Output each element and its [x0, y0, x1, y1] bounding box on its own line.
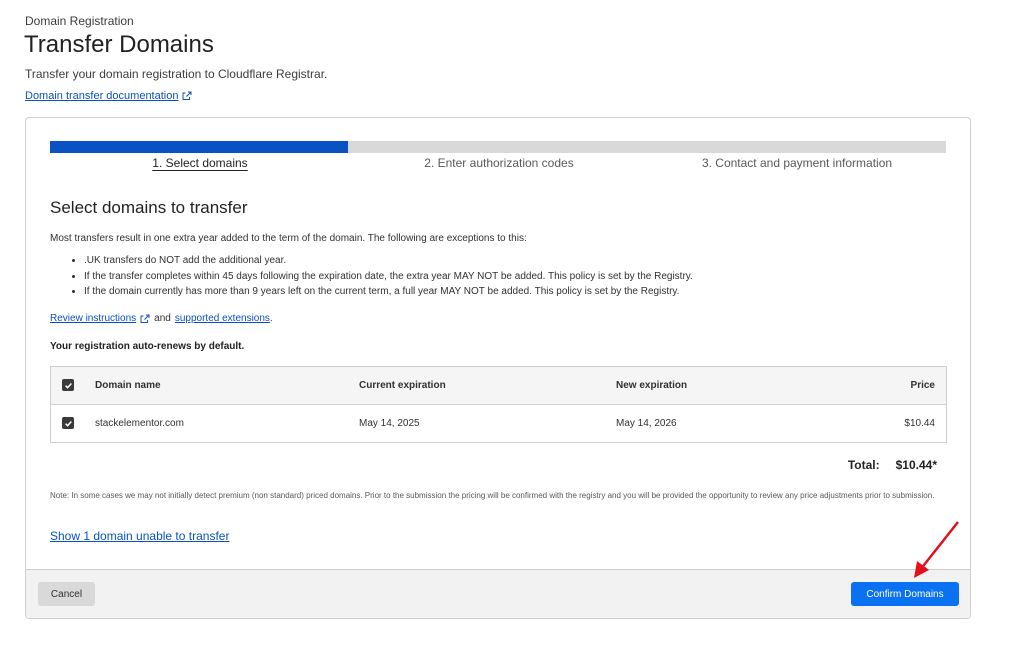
- supported-extensions-link[interactable]: supported extensions: [175, 313, 270, 324]
- show-unable-link[interactable]: Show 1 domain unable to transfer: [50, 529, 229, 543]
- domains-table: Domain name Current expiration New expir…: [50, 366, 947, 443]
- progress-fill: [50, 141, 349, 153]
- new-expiration-cell: May 14, 2026: [616, 418, 677, 429]
- review-instructions-link[interactable]: Review instructions: [50, 313, 136, 324]
- table-row: stackelementor.com May 14, 2025 May 14, …: [51, 405, 946, 442]
- checkmark-icon: [64, 420, 72, 427]
- pricing-note: Note: In some cases we may not initially…: [50, 491, 935, 500]
- period-text: .: [269, 313, 273, 324]
- column-domain-name: Domain name: [95, 380, 161, 391]
- current-expiration-cell: May 14, 2025: [359, 418, 420, 429]
- checkmark-icon: [64, 382, 72, 389]
- step-contact-payment: 3. Contact and payment information: [701, 156, 893, 170]
- card-footer: Cancel Confirm Domains: [26, 569, 970, 618]
- select-all-checkbox[interactable]: [62, 379, 74, 391]
- page-subtitle: Transfer your domain registration to Clo…: [25, 67, 328, 81]
- list-item: .UK transfers do NOT add the additional …: [84, 253, 693, 269]
- external-link-icon: [140, 314, 150, 324]
- transfer-card: 1. Select domains 2. Enter authorization…: [25, 117, 971, 619]
- row-checkbox[interactable]: [62, 417, 74, 429]
- total-label: Total:: [847, 458, 880, 472]
- doc-link[interactable]: Domain transfer documentation: [25, 90, 192, 102]
- and-text: and: [154, 313, 171, 324]
- exceptions-list: .UK transfers do NOT add the additional …: [74, 253, 693, 300]
- help-links: Review instructions and supported extens…: [50, 313, 273, 324]
- list-item: If the domain currently has more than 9 …: [84, 284, 693, 300]
- column-current-expiration: Current expiration: [359, 380, 446, 391]
- column-price: Price: [910, 380, 935, 391]
- page-title: Transfer Domains: [24, 31, 214, 58]
- intro-text: Most transfers result in one extra year …: [50, 233, 527, 244]
- total-row: Total: $10.44*: [848, 458, 937, 472]
- price-cell: $10.44: [904, 418, 935, 429]
- cancel-button[interactable]: Cancel: [38, 582, 95, 606]
- progress-bar: [50, 141, 946, 153]
- doc-link-text[interactable]: Domain transfer documentation: [25, 90, 178, 102]
- confirm-domains-button[interactable]: Confirm Domains: [851, 582, 959, 606]
- total-value: $10.44*: [895, 458, 937, 472]
- step-select-domains[interactable]: 1. Select domains: [50, 156, 350, 170]
- autorenew-text: Your registration auto-renews by default…: [50, 341, 245, 352]
- column-new-expiration: New expiration: [616, 380, 688, 391]
- list-item: If the transfer completes within 45 days…: [84, 269, 693, 285]
- table-header: Domain name Current expiration New expir…: [51, 367, 946, 405]
- domain-name-cell: stackelementor.com: [95, 418, 184, 429]
- breadcrumb: Domain Registration: [25, 14, 134, 28]
- red-arrow-annotation: [914, 521, 959, 578]
- step-authorization-codes: 2. Enter authorization codes: [424, 156, 574, 170]
- external-link-icon: [182, 91, 192, 101]
- section-title: Select domains to transfer: [50, 198, 248, 217]
